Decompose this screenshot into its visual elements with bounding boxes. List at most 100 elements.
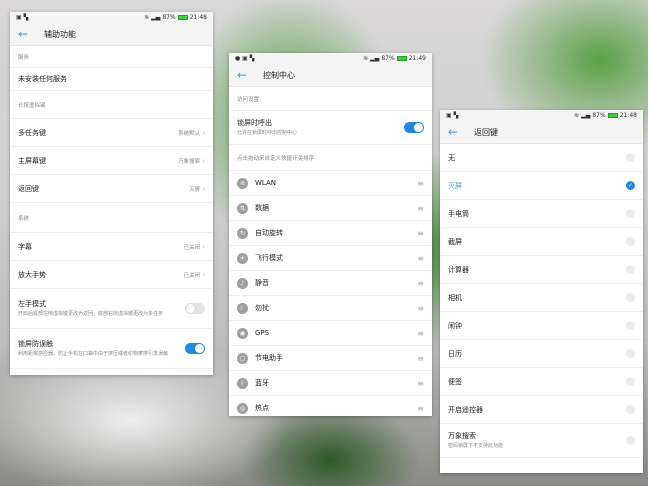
option-row[interactable]: 开启遥控器 [440,396,643,424]
option-row[interactable]: 截屏 [440,228,643,256]
wifi-icon: ≋ [237,177,248,189]
option-row[interactable]: 日历 [440,340,643,368]
mute-icon: ♪ [237,277,248,289]
radio-button[interactable] [626,293,635,302]
option-row[interactable]: 手电筒 [440,200,643,228]
radio-button[interactable] [626,377,635,386]
back-arrow-icon[interactable]: ← [10,27,44,41]
radio-button[interactable] [626,321,635,330]
option-row[interactable]: 相机 [440,284,643,312]
key-row[interactable]: 返回键 灭屏 › [10,175,213,203]
quick-toggle-item[interactable]: ▢ 节电助手 ≡ [229,346,432,371]
chevron-right-icon: › [202,184,205,193]
wifi-icon: ≋ [144,14,150,21]
drag-handle-icon[interactable]: ≡ [417,304,424,313]
battery-icon [607,113,618,118]
battery-saver-icon: ▢ [237,352,248,364]
lock-guard-toggle[interactable] [185,343,205,354]
lock-guard-row[interactable]: 锁屏防误触 利用距离感应器，防止手机在口袋中由于挤压或者织物摩擦引发误触 [10,329,213,369]
no-service-row: 未安装任何服务 [10,68,213,91]
key-row[interactable]: 主屏幕键 万象搜索 › [10,147,213,175]
section-label: 长按虚拟键 [10,91,213,119]
drag-handle-icon[interactable]: ≡ [417,229,424,238]
back-arrow-icon[interactable]: ← [229,68,263,82]
drag-handle-icon[interactable]: ≡ [417,279,424,288]
notification-icons: ● ▣ ▚ [235,55,255,62]
check-icon[interactable]: ✓ [626,181,635,190]
signal-icon: ▂▄ [151,14,161,21]
battery-icon [396,56,407,61]
lock-call-row[interactable]: 锁屏时呼出 允许在锁屏时呼出控制中心 [229,111,432,145]
drag-handle-icon[interactable]: ≡ [417,254,424,263]
section-label: 系统 [10,203,213,233]
left-hand-mode-row[interactable]: 左手模式 开启后底部左侧虚拟键更改为返回，底部右侧虚拟键更改为多任务 [10,289,213,329]
option-label: 闹钟 [448,321,462,330]
airplane-icon: ✈ [237,252,248,264]
quick-toggle-item[interactable]: ◉ GPS ≡ [229,321,432,346]
back-key-screen: ▣ ▚ ≋ ▂▄ 87% 21:48 ← 返回键 无灭屏 ✓ 手电筒 截屏 计算器 相机 闹钟 日历 便签… [440,110,643,473]
battery-icon [177,15,188,20]
quick-toggle-item[interactable]: ≋ WLAN ≡ [229,171,432,196]
option-label: 日历 [448,349,462,358]
notification-icons: ▣ ▚ [446,112,459,119]
row-label: 主屏幕键 [18,156,46,165]
row-label: GPS [255,329,270,337]
quick-toggle-item[interactable]: ♪ 静音 ≡ [229,271,432,296]
option-row[interactable]: 闹钟 [440,312,643,340]
drag-handle-icon[interactable]: ≡ [417,379,424,388]
row-label: 多任务键 [18,128,46,137]
option-label: 灭屏 [448,181,462,190]
row-value: 万象搜索 [178,158,201,165]
quick-toggle-item[interactable]: ✈ 飞行模式 ≡ [229,246,432,271]
drag-handle-icon[interactable]: ≡ [417,204,424,213]
system-row[interactable]: 字幕 已关闭 › [10,233,213,261]
row-label: 数据 [255,204,269,212]
page-title: 控制中心 [263,70,295,80]
quick-toggle-item[interactable]: ↻ 自动旋转 ≡ [229,221,432,246]
row-value: 已关闭 [183,244,201,251]
radio-button[interactable] [626,265,635,274]
option-row[interactable]: 灭屏 ✓ [440,172,643,200]
status-bar: ● ▣ ▚ ≋ ▂▄ 87% 21:49 [229,53,432,64]
lock-call-toggle[interactable] [404,122,424,133]
status-bar: ▣ ▚ ≋ ▂▄ 87% 21:48 [10,12,213,23]
option-row[interactable]: 计算器 [440,256,643,284]
radio-button[interactable] [626,209,635,218]
rotate-icon: ↻ [237,227,248,239]
moon-icon: ☾ [237,302,248,314]
accessibility-screen: ▣ ▚ ≋ ▂▄ 87% 21:48 ← 辅助功能 服务 未安装任何服务 长按虚拟键 多任… [10,12,213,375]
row-label: 自动旋转 [255,229,283,237]
option-row[interactable]: 无 [440,144,643,172]
drag-handle-icon[interactable]: ≡ [417,354,424,363]
chevron-right-icon: › [202,156,205,165]
radio-button[interactable] [626,153,635,162]
option-label: 万象搜索 [448,432,476,441]
drag-handle-icon[interactable]: ≡ [417,404,424,413]
key-row[interactable]: 多任务键 系统默认 › [10,119,213,147]
row-label: 未安装任何服务 [18,75,67,83]
row-label: 蓝牙 [255,379,269,387]
hotspot-icon: ◎ [237,402,248,414]
row-value: 已关闭 [183,272,201,279]
quick-toggle-item[interactable]: ᛒ 蓝牙 ≡ [229,371,432,396]
left-hand-toggle[interactable] [185,303,205,314]
radio-button[interactable] [626,349,635,358]
radio-button[interactable] [626,237,635,246]
battery-percent: 87% [381,55,395,62]
row-label: 静音 [255,279,269,287]
signal-icon: ▂▄ [581,112,591,119]
quick-toggle-item[interactable]: ⇅ 数据 ≡ [229,196,432,221]
wifi-icon: ≋ [574,112,580,119]
quick-toggle-item[interactable]: ☾ 勿扰 ≡ [229,296,432,321]
system-row[interactable]: 放大手势 已关闭 › [10,261,213,289]
status-bar: ▣ ▚ ≋ ▂▄ 87% 21:48 [440,110,643,121]
option-row[interactable]: 便签 [440,368,643,396]
back-arrow-icon[interactable]: ← [440,125,474,139]
row-label: 勿扰 [255,304,269,312]
option-row[interactable]: 万象搜索 密码锁屏下不支持此功能 [440,424,643,458]
quick-toggle-item[interactable]: ◎ 热点 ≡ [229,396,432,416]
drag-handle-icon[interactable]: ≡ [417,329,424,338]
radio-button[interactable] [626,436,635,445]
drag-handle-icon[interactable]: ≡ [417,179,424,188]
radio-button[interactable] [626,405,635,414]
